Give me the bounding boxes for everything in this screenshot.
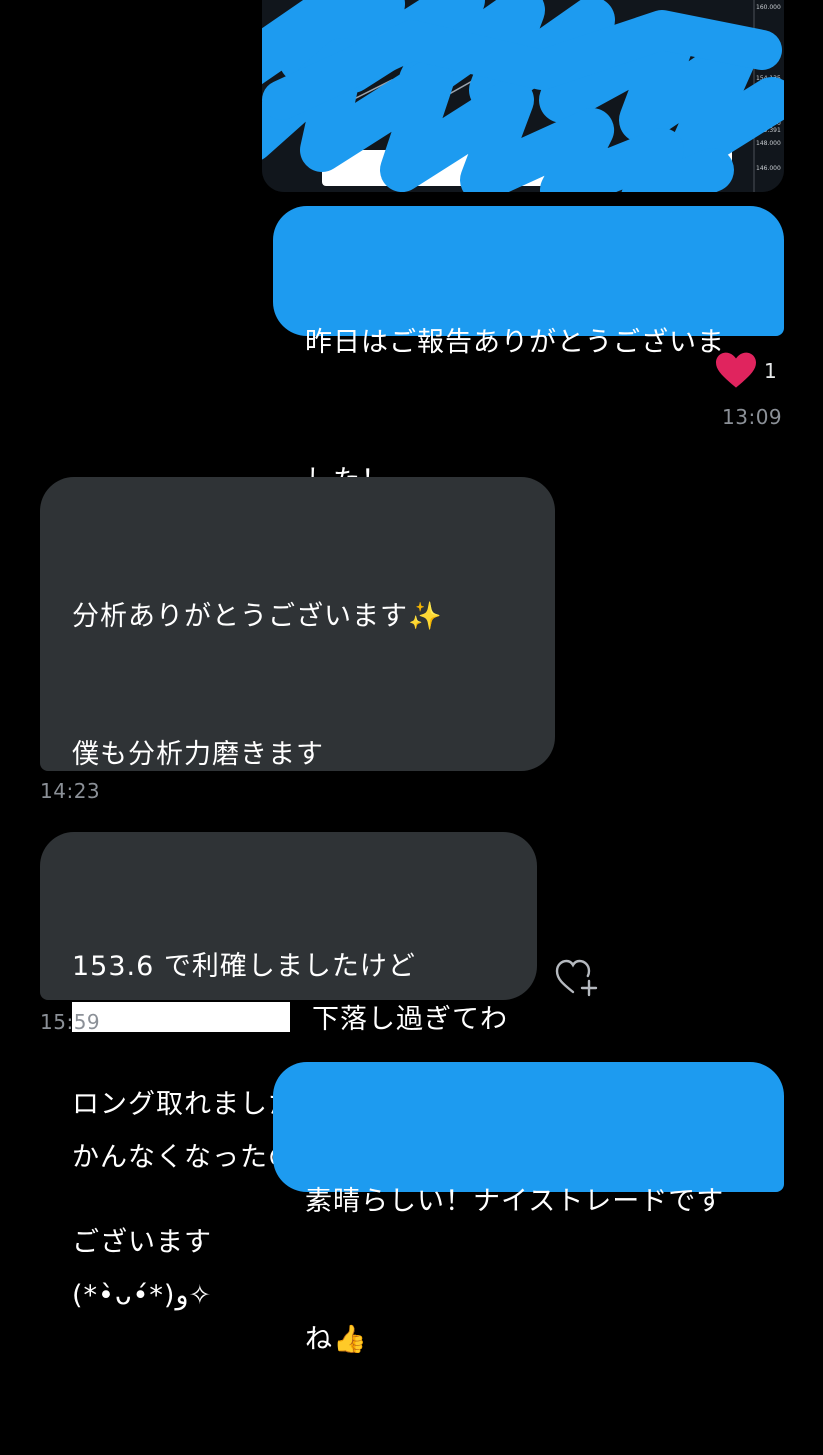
scribble-redaction bbox=[262, 0, 784, 192]
outgoing-message[interactable]: 昨日はご報告ありがとうございま した！ bbox=[273, 206, 784, 496]
axis-label: 160.000 bbox=[756, 4, 781, 11]
image-attachment[interactable]: 160.000 154.135 152.500 152.200 151.711 … bbox=[262, 0, 784, 192]
reaction-count: 1 bbox=[764, 359, 777, 383]
message-text: 分析ありがとうございます✨ bbox=[72, 601, 443, 632]
outgoing-message[interactable]: 素晴らしい！ナイストレードです ね👍 bbox=[273, 1062, 784, 1355]
heart-icon bbox=[716, 352, 756, 388]
message-text: 昨日はご報告ありがとうございま bbox=[305, 327, 725, 358]
message-timestamp: 14:23 bbox=[40, 779, 101, 803]
message-text: (*•̀ᴗ•́*)و✧ bbox=[72, 1280, 212, 1311]
message-text: ございます bbox=[72, 1227, 212, 1258]
incoming-message[interactable]: 分析ありがとうございます✨ 僕も分析力磨きます 下落し過ぎてわ かんなくなったの… bbox=[40, 477, 555, 1311]
message-timestamp: 15:59 bbox=[40, 1010, 101, 1034]
add-reaction-button[interactable] bbox=[554, 956, 600, 1002]
axis-label: 146.000 bbox=[756, 165, 781, 172]
message-reaction[interactable]: 1 bbox=[716, 352, 777, 390]
axis-label: 148.000 bbox=[756, 140, 781, 147]
message-text: ね👍 bbox=[305, 1324, 368, 1355]
dm-conversation: 160.000 154.135 152.500 152.200 151.711 … bbox=[0, 0, 823, 1355]
heart-plus-icon bbox=[555, 959, 598, 997]
message-timestamp: 13:09 bbox=[722, 405, 783, 429]
message-text: 153.6 で利確しましたけど bbox=[72, 951, 416, 982]
message-text: 素晴らしい！ナイストレードです bbox=[305, 1186, 725, 1217]
chart-screenshot-image: 160.000 154.135 152.500 152.200 151.711 … bbox=[262, 0, 784, 192]
incoming-message[interactable]: 153.6 で利確しましたけど ロング取れました✨ ありがとう ございます bbox=[40, 832, 537, 1258]
message-text: 僕も分析力磨きます bbox=[72, 739, 324, 770]
